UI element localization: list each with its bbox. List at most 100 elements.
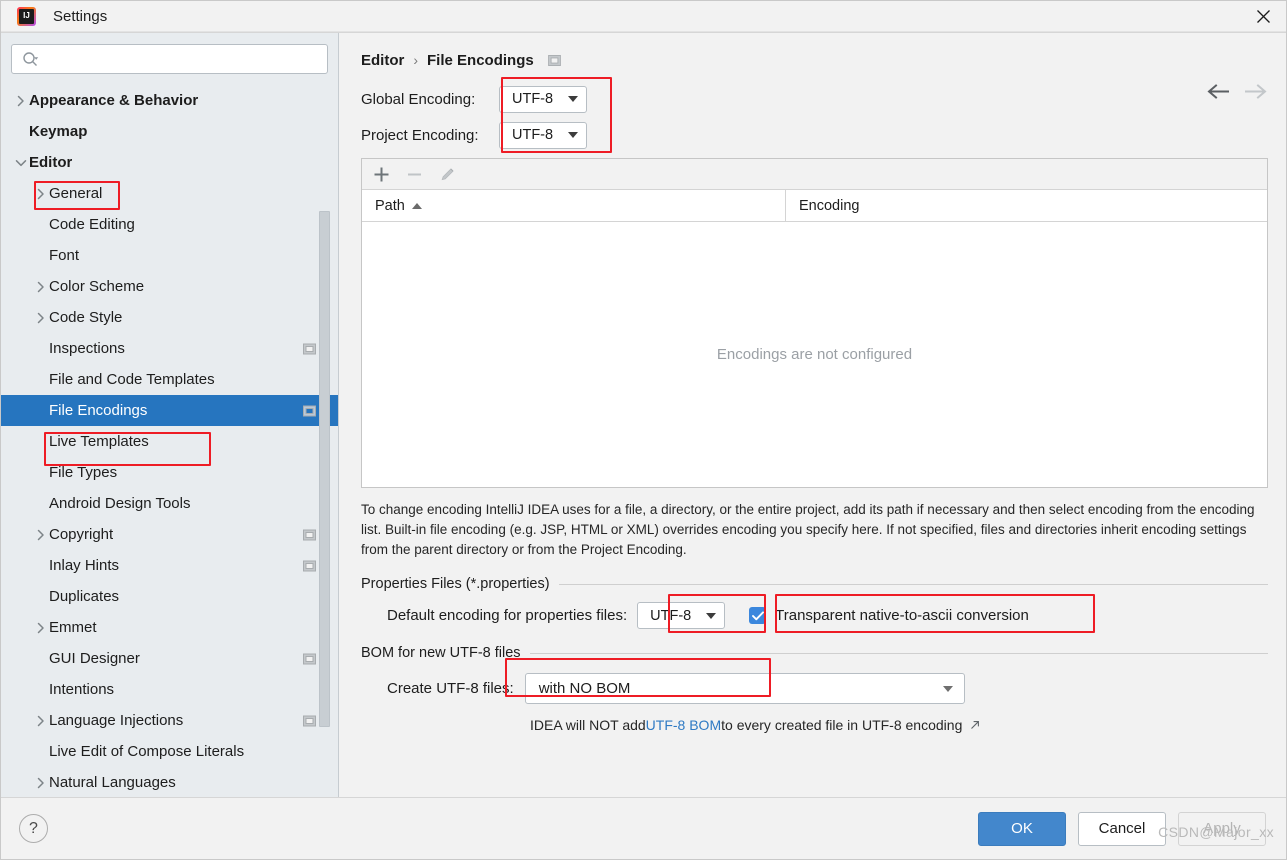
dialog-body: Appearance & Behavior Keymap Editor General… xyxy=(1,32,1286,797)
bom-group-body: Create UTF-8 files: with NO BOM IDEA wil… xyxy=(361,658,1268,733)
sidebar-item-label: Android Design Tools xyxy=(49,495,191,512)
sidebar-item-language-injections[interactable]: Language Injections xyxy=(1,705,338,736)
breadcrumb-parent[interactable]: Editor xyxy=(361,52,404,69)
sidebar-item-label: File Encodings xyxy=(49,402,148,419)
sidebar-item-font[interactable]: Font xyxy=(1,240,338,271)
sidebar-item-label: Duplicates xyxy=(49,588,120,605)
add-encoding-button[interactable] xyxy=(374,167,389,182)
dialog-footer: ? OK Cancel Apply CSDN@Major_xx xyxy=(1,797,1286,859)
utf8-bom-link[interactable]: UTF-8 BOM xyxy=(646,717,721,733)
column-header-encoding[interactable]: Encoding xyxy=(786,190,1267,221)
sidebar-item-file-encodings[interactable]: File Encodings xyxy=(1,395,338,426)
properties-group-header: Properties Files (*.properties) xyxy=(361,576,1268,592)
settings-tree[interactable]: Appearance & Behavior Keymap Editor General… xyxy=(1,83,338,797)
apply-button[interactable]: Apply xyxy=(1178,811,1266,846)
sidebar-item-live-edit-of-compose-literals[interactable]: Live Edit of Compose Literals xyxy=(1,736,338,767)
sidebar-item-label: Intentions xyxy=(49,681,115,698)
chevron-right-icon[interactable] xyxy=(33,312,49,324)
sidebar-item-label: Live Templates xyxy=(49,433,149,450)
encoding-settings: Global Encoding: UTF-8 Project Encoding:… xyxy=(361,77,1268,153)
ok-button[interactable]: OK xyxy=(978,811,1066,846)
chevron-right-icon[interactable] xyxy=(33,622,49,634)
project-scope-icon xyxy=(303,343,316,354)
sidebar-item-label: Code Editing xyxy=(49,216,135,233)
sidebar-item-gui-designer[interactable]: GUI Designer xyxy=(1,643,338,674)
sidebar-item-file-types[interactable]: File Types xyxy=(1,457,338,488)
sidebar-scrollbar-track[interactable] xyxy=(319,125,334,727)
title-bar: IJ Settings xyxy=(1,1,1286,32)
main-panel: Editor › File Encodings Global Encoding:… xyxy=(339,33,1286,797)
project-encoding-dropdown[interactable]: UTF-8 xyxy=(499,121,587,149)
column-header-path-label: Path xyxy=(375,197,405,214)
sidebar-item-general[interactable]: General xyxy=(1,178,338,209)
project-encoding-row: Project Encoding: UTF-8 xyxy=(361,117,1268,153)
sidebar-item-natural-languages[interactable]: Natural Languages xyxy=(1,767,338,797)
remove-encoding-button[interactable] xyxy=(407,167,422,182)
sidebar-item-emmet[interactable]: Emmet xyxy=(1,612,338,643)
breadcrumb-separator: › xyxy=(413,52,419,68)
project-encoding-value: UTF-8 xyxy=(512,127,554,143)
table-body[interactable]: Encodings are not configured xyxy=(362,222,1267,487)
default-properties-encoding-value: UTF-8 xyxy=(650,607,692,624)
sidebar-item-code-editing[interactable]: Code Editing xyxy=(1,209,338,240)
sidebar-item-inlay-hints[interactable]: Inlay Hints xyxy=(1,550,338,581)
intellij-idea-logo-icon: IJ xyxy=(17,6,36,26)
column-header-path[interactable]: Path xyxy=(362,190,786,221)
bom-group-title: BOM for new UTF-8 files xyxy=(361,645,521,661)
sidebar-item-live-templates[interactable]: Live Templates xyxy=(1,426,338,457)
edit-pencil-icon[interactable] xyxy=(440,166,456,182)
chevron-right-icon[interactable] xyxy=(33,715,49,727)
help-button[interactable]: ? xyxy=(19,814,48,843)
sidebar-item-label: Keymap xyxy=(29,123,88,140)
search-input[interactable] xyxy=(39,51,319,67)
create-utf8-files-row: Create UTF-8 files: with NO BOM xyxy=(387,673,1268,704)
search-icon xyxy=(23,51,39,66)
bom-group: BOM for new UTF-8 files Create UTF-8 fil… xyxy=(361,645,1268,733)
chevron-down-icon[interactable] xyxy=(13,158,29,168)
sidebar-item-code-style[interactable]: Code Style xyxy=(1,302,338,333)
properties-group-title: Properties Files (*.properties) xyxy=(361,576,550,592)
bom-group-header: BOM for new UTF-8 files xyxy=(361,645,1268,661)
create-utf8-files-dropdown[interactable]: with NO BOM xyxy=(524,673,965,704)
sidebar-item-copyright[interactable]: Copyright xyxy=(1,519,338,550)
sidebar-item-intentions[interactable]: Intentions xyxy=(1,674,338,705)
sidebar-item-file-and-code-templates[interactable]: File and Code Templates xyxy=(1,364,338,395)
window-title: Settings xyxy=(53,7,108,25)
sidebar-item-duplicates[interactable]: Duplicates xyxy=(1,581,338,612)
sidebar-item-label: Code Style xyxy=(49,309,123,326)
properties-group-body: Default encoding for properties files: U… xyxy=(361,592,1268,633)
chevron-down-icon xyxy=(706,612,717,619)
sidebar-item-inspections[interactable]: Inspections xyxy=(1,333,338,364)
sidebar-scrollbar-thumb[interactable] xyxy=(319,211,330,727)
bom-note-prefix: IDEA will NOT add xyxy=(530,717,646,733)
checkbox-checked-icon xyxy=(749,607,767,624)
chevron-right-icon[interactable] xyxy=(33,188,49,200)
sidebar-item-appearance-behavior[interactable]: Appearance & Behavior xyxy=(1,85,338,116)
chevron-down-icon xyxy=(568,96,578,102)
chevron-right-icon[interactable] xyxy=(33,777,49,789)
cancel-button[interactable]: Cancel xyxy=(1078,811,1166,846)
chevron-right-icon[interactable] xyxy=(33,529,49,541)
search-area xyxy=(1,33,338,83)
sidebar-item-editor[interactable]: Editor xyxy=(1,147,338,178)
breadcrumb-current: File Encodings xyxy=(427,51,534,69)
global-encoding-label: Global Encoding: xyxy=(361,90,476,108)
sidebar-item-keymap[interactable]: Keymap xyxy=(1,116,338,147)
chevron-right-icon[interactable] xyxy=(33,281,49,293)
sidebar-item-color-scheme[interactable]: Color Scheme xyxy=(1,271,338,302)
footer-actions: OK Cancel Apply xyxy=(978,811,1266,846)
table-toolbar xyxy=(362,159,1267,190)
sidebar-item-label: Natural Languages xyxy=(49,774,176,791)
transparent-native-to-ascii-checkbox[interactable]: Transparent native-to-ascii conversion xyxy=(749,607,1029,624)
table-header-row: Path Encoding xyxy=(362,190,1267,222)
sidebar-item-label: Copyright xyxy=(49,526,114,543)
chevron-right-icon[interactable] xyxy=(13,95,29,107)
close-icon[interactable] xyxy=(1240,1,1286,31)
default-properties-encoding-dropdown[interactable]: UTF-8 xyxy=(637,602,726,629)
project-scope-icon xyxy=(303,715,316,726)
project-scope-icon xyxy=(547,54,561,66)
encodings-table: Path Encoding Encodings are not configur… xyxy=(361,158,1268,488)
global-encoding-dropdown[interactable]: UTF-8 xyxy=(499,85,587,113)
search-box[interactable] xyxy=(11,44,328,74)
sidebar-item-android-design-tools[interactable]: Android Design Tools xyxy=(1,488,338,519)
